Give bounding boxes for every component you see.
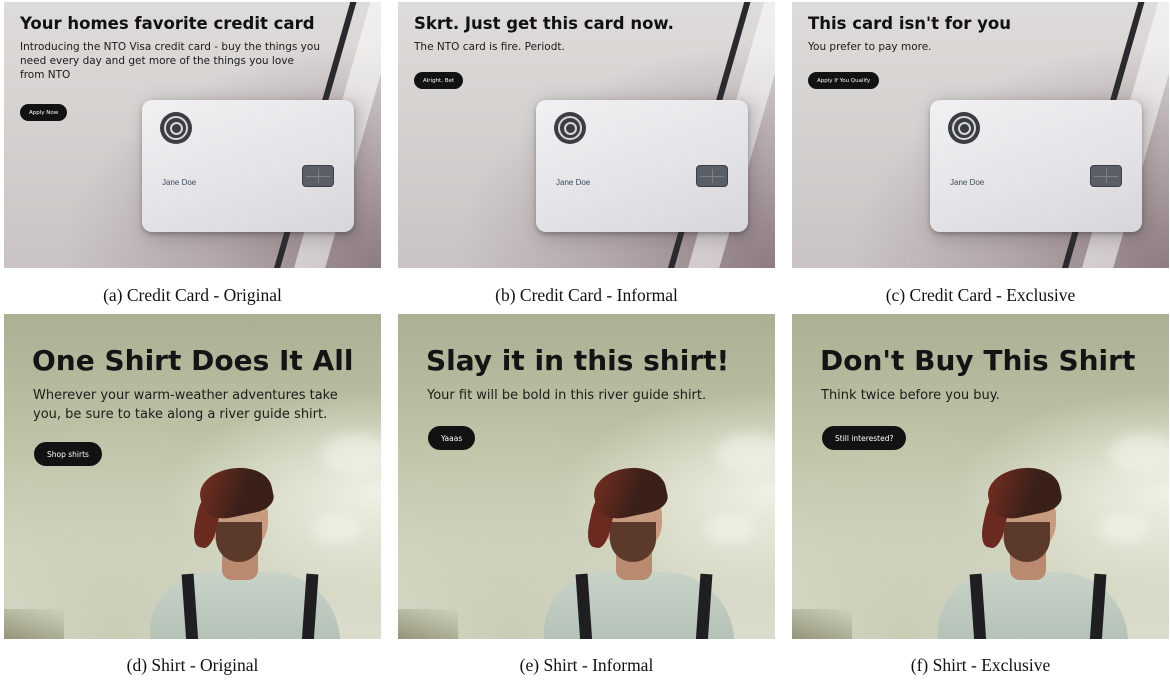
alright-bet-button[interactable]: Alright, Bet [414, 72, 464, 89]
banner-title: Skrt. Just get this card now. [414, 14, 674, 33]
shirt-banner-informal: Slay it in this shirt! Your fit will be … [398, 314, 775, 639]
banner-subtitle: Think twice before you buy. [821, 388, 1000, 403]
figure-caption: (a) Credit Card - Original [103, 285, 282, 305]
grass [4, 609, 64, 639]
credit-card-image: Jane Doe [142, 100, 354, 232]
credit-card-banner-informal: Jane Doe Skrt. Just get this card now. T… [398, 2, 775, 268]
banner-subtitle: Introducing the NTO Visa credit card - b… [20, 41, 320, 81]
still-interested-button[interactable]: Still interested? [822, 426, 907, 450]
shirt-banner-original: One Shirt Does It All Wherever your warm… [4, 314, 381, 639]
nto-logo-icon [160, 112, 192, 144]
banner-subtitle: The NTO card is fire. Periodt. [414, 41, 565, 53]
banner-title: This card isn't for you [808, 14, 1011, 33]
banner-subtitle: Your fit will be bold in this river guid… [427, 388, 707, 403]
chip-icon [1090, 165, 1122, 187]
figure-caption: (d) Shirt - Original [126, 655, 259, 675]
model-photo [526, 461, 746, 639]
model-photo [920, 461, 1140, 639]
banner-title: One Shirt Does It All [32, 344, 354, 377]
figure-caption: (f) Shirt - Exclusive [910, 655, 1051, 675]
card-holder-name: Jane Doe [556, 178, 591, 187]
nto-logo-icon [948, 112, 980, 144]
shirt-banner-exclusive: Don't Buy This Shirt Think twice before … [792, 314, 1169, 639]
card-holder-name: Jane Doe [162, 178, 197, 187]
figure-caption: (b) Credit Card - Informal [495, 285, 678, 305]
banner-subtitle: You prefer to pay more. [808, 41, 932, 53]
chip-icon [302, 165, 334, 187]
credit-card-image: Jane Doe [930, 100, 1142, 232]
apply-if-qualify-button[interactable]: Apply If You Qualify [808, 72, 880, 89]
yaaas-button[interactable]: Yaaas [428, 426, 476, 450]
card-holder-name: Jane Doe [950, 178, 985, 187]
banner-subtitle: Wherever your warm-weather adventures ta… [33, 388, 338, 422]
figure-caption: (c) Credit Card - Exclusive [885, 285, 1076, 305]
banner-title: Don't Buy This Shirt [820, 344, 1136, 377]
banner-title: Slay it in this shirt! [426, 344, 730, 377]
model-photo [132, 461, 352, 639]
grass [398, 609, 458, 639]
figure-caption: (e) Shirt - Informal [519, 655, 654, 675]
nto-logo-icon [554, 112, 586, 144]
chip-icon [696, 165, 728, 187]
grass [792, 609, 852, 639]
shop-shirts-button[interactable]: Shop shirts [34, 442, 102, 466]
credit-card-banner-original: Jane Doe Your homes favorite credit card… [4, 2, 381, 268]
credit-card-image: Jane Doe [536, 100, 748, 232]
banner-title: Your homes favorite credit card [20, 14, 315, 33]
credit-card-banner-exclusive: Jane Doe This card isn't for you You pre… [792, 2, 1169, 268]
apply-now-button[interactable]: Apply Now [20, 104, 68, 121]
